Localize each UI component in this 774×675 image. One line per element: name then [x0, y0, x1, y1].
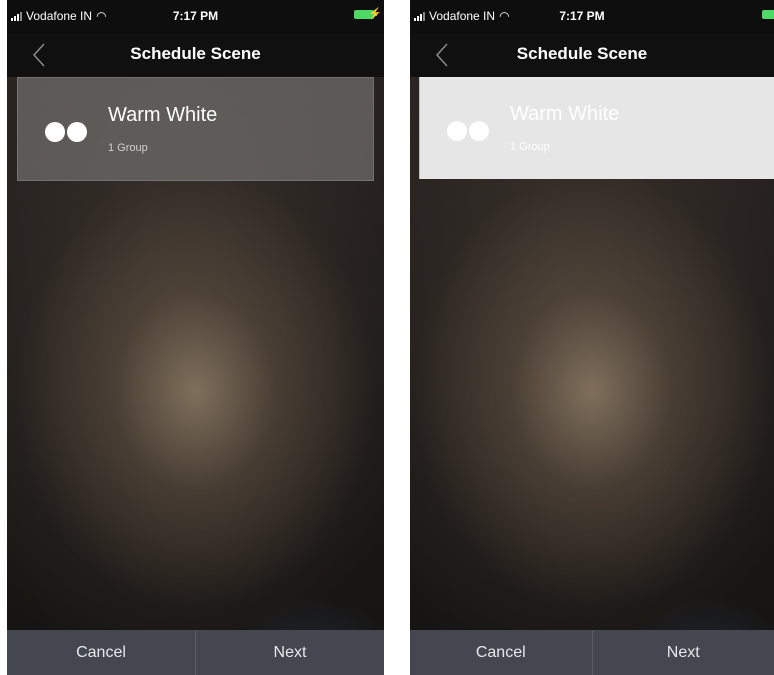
battery-icon — [762, 10, 774, 19]
two-dots-icon — [45, 122, 87, 142]
status-left: Vodafone IN ◠ — [11, 9, 107, 23]
wifi-icon: ◠ — [499, 9, 510, 23]
wifi-icon: ◠ — [96, 9, 107, 23]
page-title: Schedule Scene — [130, 44, 261, 63]
next-button[interactable]: Next — [196, 630, 384, 675]
scene-subtitle: 1 Group — [108, 142, 148, 154]
status-bar: Vodafone IN ◠ 7:17 PM — [410, 0, 774, 33]
charging-icon: ⚡ — [368, 8, 382, 20]
page-title: Schedule Scene — [516, 44, 648, 63]
scene-card-warm-white[interactable]: Warm White 1 Group — [17, 77, 374, 181]
scene-subtitle: 1 Group — [510, 141, 550, 153]
scene-name: Warm White — [108, 104, 218, 126]
nav-bar: Schedule Scene — [410, 33, 774, 77]
phone-screen-left: Vodafone IN ◠ 7:17 PM ⚡ Schedule Scene W… — [7, 0, 384, 675]
phone-screen-right: Vodafone IN ◠ 7:17 PM Schedule Scene War… — [410, 0, 774, 675]
carrier-label: Vodafone IN — [429, 9, 496, 23]
cancel-button[interactable]: Cancel — [7, 630, 195, 675]
signal-icon — [11, 11, 22, 21]
scene-card-warm-white[interactable]: Warm White 1 Group — [419, 77, 774, 179]
bottom-bar: Cancel Next — [7, 630, 384, 675]
next-button[interactable]: Next — [593, 630, 774, 675]
two-dots-icon — [447, 121, 489, 141]
scene-name: Warm White — [510, 103, 620, 125]
carrier-label: Vodafone IN — [26, 9, 93, 23]
nav-bar: Schedule Scene — [7, 33, 384, 77]
bottom-bar: Cancel Next — [410, 630, 774, 675]
signal-icon — [414, 11, 425, 21]
cancel-button[interactable]: Cancel — [410, 630, 592, 675]
status-bar: Vodafone IN ◠ 7:17 PM ⚡ — [7, 0, 384, 33]
status-left: Vodafone IN ◠ — [414, 9, 510, 23]
